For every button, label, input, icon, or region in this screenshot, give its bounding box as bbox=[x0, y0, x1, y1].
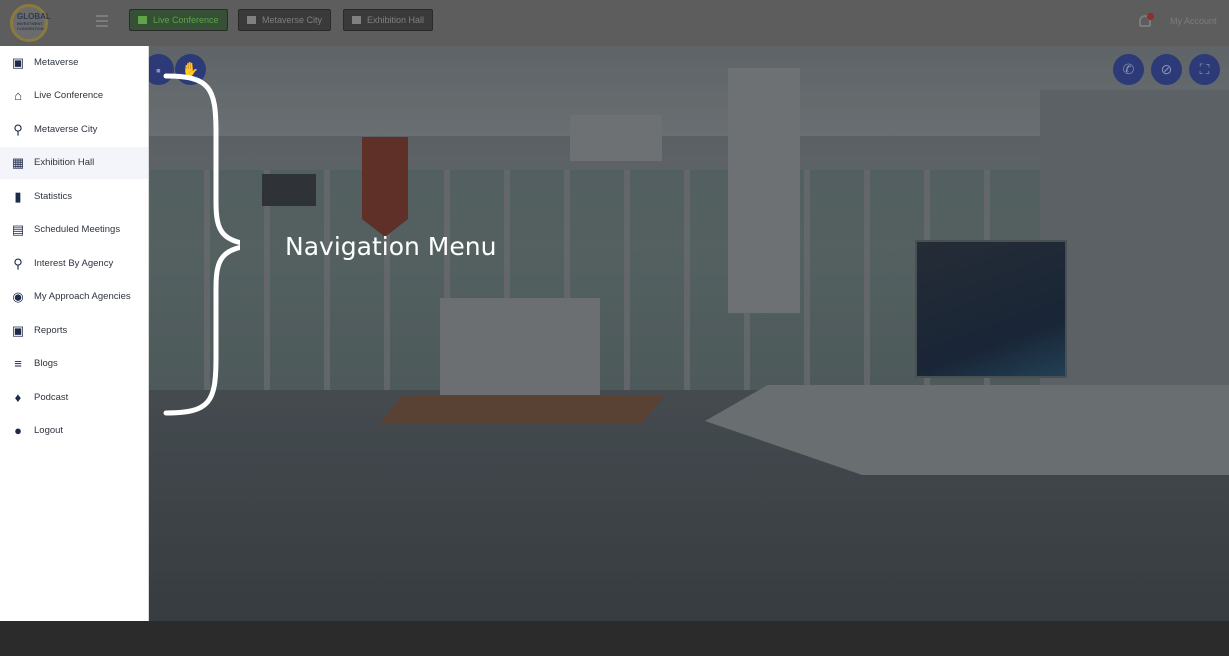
mute-button[interactable]: ⊘ bbox=[1151, 54, 1182, 85]
curly-brace-annotation bbox=[163, 73, 240, 416]
eye-icon: ◉ bbox=[12, 289, 24, 304]
blog-icon: ≡ bbox=[14, 356, 22, 371]
sidebar-item-podcast[interactable]: ♦ Podcast bbox=[0, 381, 148, 413]
notification-badge bbox=[1147, 13, 1154, 20]
sidebar-item-scheduled-meetings[interactable]: ▤ Scheduled Meetings bbox=[0, 214, 148, 246]
sidebar-item-label: Statistics bbox=[34, 190, 73, 202]
phone-call-button[interactable]: ✆ bbox=[1113, 54, 1144, 85]
sidebar-item-label: Metaverse City bbox=[34, 123, 98, 135]
phone-icon: ✆ bbox=[1122, 61, 1135, 77]
sidebar-item-label: Reports bbox=[34, 324, 68, 336]
logout-user-icon: ● bbox=[14, 423, 22, 438]
sidebar-item-label: Exhibition Hall bbox=[34, 157, 95, 168]
sidebar-item-label: Metaverse bbox=[34, 56, 79, 68]
sidebar-item-label: Scheduled Meetings bbox=[34, 224, 121, 235]
location-pin-icon: ⚲ bbox=[13, 121, 23, 137]
sidebar-item-logout[interactable]: ● Logout bbox=[0, 415, 148, 447]
home-icon bbox=[352, 16, 361, 24]
sidebar-item-reports[interactable]: ▣ Reports bbox=[0, 314, 148, 346]
sidebar-item-label: Logout bbox=[34, 425, 64, 436]
global-investment-convention-logo[interactable]: GLOBAL INVESTMENT CONVENTION bbox=[10, 4, 70, 42]
report-icon: ▣ bbox=[11, 322, 25, 338]
top-bar: GLOBAL INVESTMENT CONVENTION Live Confer… bbox=[0, 0, 1229, 46]
exhibition-hall-button[interactable]: Exhibition Hall bbox=[343, 9, 434, 31]
search-icon: ⚲ bbox=[13, 255, 23, 271]
notification-bell-icon[interactable] bbox=[1139, 13, 1154, 29]
sidebar-item-blogs[interactable]: ≡ Blogs bbox=[0, 348, 148, 380]
metaverse-city-button[interactable]: Metaverse City bbox=[238, 9, 332, 31]
sidebar-item-interest-by-agency[interactable]: ⚲ Interest By Agency bbox=[0, 247, 148, 279]
microphone-icon: ♦ bbox=[14, 389, 22, 405]
building-icon bbox=[247, 16, 256, 24]
metaverse-app: ✆ ⊘ ⛶ ▪ ✋ GLOBAL INVESTMENT CONVENTION L… bbox=[0, 0, 1229, 656]
calendar-icon: ▤ bbox=[11, 222, 25, 237]
my-account-link[interactable]: My Account bbox=[1170, 16, 1217, 26]
sidebar-item-label: Live Conference bbox=[34, 90, 104, 101]
fullscreen-button[interactable]: ⛶ bbox=[1189, 54, 1220, 85]
sidebar-item-live-conference[interactable]: ⌂ Live Conference bbox=[0, 80, 148, 112]
bar-chart-icon: ▮ bbox=[14, 188, 22, 204]
sidebar-item-label: Blogs bbox=[34, 358, 58, 369]
hamburger-menu-icon[interactable] bbox=[96, 15, 108, 27]
sidebar-item-label: Interest By Agency bbox=[34, 257, 114, 269]
sidebar-item-my-approach-agencies[interactable]: ◉ My Approach Agencies bbox=[0, 281, 148, 313]
cube-icon: ▦ bbox=[11, 155, 25, 170]
sidebar-item-label: My Approach Agencies bbox=[34, 291, 131, 302]
sidebar-item-metaverse-city[interactable]: ⚲ Metaverse City bbox=[0, 113, 148, 145]
sidebar-item-statistics[interactable]: ▮ Statistics bbox=[0, 180, 148, 212]
sidebar-navigation: ▣ Metaverse ⌂ Live Conference ⚲ Metaverse Cit… bbox=[0, 46, 149, 621]
sidebar-item-exhibition-hall[interactable]: ▦ Exhibition Hall bbox=[0, 146, 148, 179]
home-icon: ⌂ bbox=[14, 88, 22, 103]
sidebar-item-label: Podcast bbox=[34, 391, 69, 403]
video-camera-icon bbox=[138, 16, 147, 24]
live-conference-button[interactable]: Live Conference bbox=[129, 9, 228, 31]
navigation-menu-annotation: Navigation Menu bbox=[285, 232, 497, 261]
bottom-strip bbox=[0, 621, 1229, 656]
fullscreen-icon: ⛶ bbox=[1199, 61, 1210, 77]
metaverse-icon: ▣ bbox=[11, 54, 25, 70]
microphone-off-icon: ⊘ bbox=[1160, 61, 1173, 77]
sidebar-item-metaverse[interactable]: ▣ Metaverse bbox=[0, 46, 148, 78]
